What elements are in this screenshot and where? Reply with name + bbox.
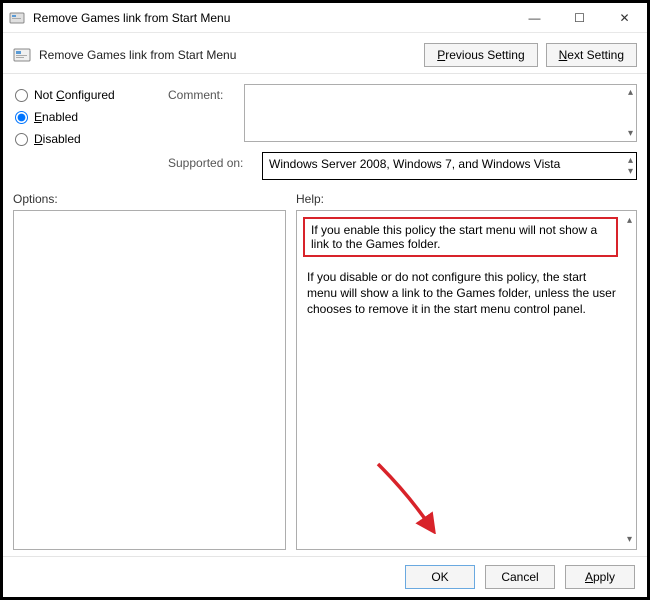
header-bar: Remove Games link from Start Menu Previo… xyxy=(3,33,647,74)
radio-not-configured-label: Not Configured xyxy=(34,88,115,102)
scroll-up-icon: ▴ xyxy=(627,215,632,226)
comment-row: Comment: ▴ ▾ xyxy=(168,84,637,142)
config-section: Not Configured Enabled Disabled Comment:… xyxy=(3,74,647,186)
help-label: Help: xyxy=(296,192,324,206)
maximize-button[interactable]: ☐ xyxy=(557,3,602,32)
options-pane[interactable] xyxy=(13,210,286,550)
state-radios: Not Configured Enabled Disabled xyxy=(13,84,158,180)
ok-button[interactable]: OK xyxy=(405,565,475,589)
policy-icon xyxy=(13,46,31,64)
scroll-down-icon: ▾ xyxy=(628,128,633,139)
help-body-text: If you disable or do not configure this … xyxy=(301,267,632,318)
comment-label: Comment: xyxy=(168,84,238,102)
previous-setting-button[interactable]: Previous Setting xyxy=(424,43,537,67)
radio-not-configured[interactable]: Not Configured xyxy=(13,88,158,102)
help-pane[interactable]: If you enable this policy the start menu… xyxy=(296,210,637,550)
window-frame: Remove Games link from Start Menu — ☐ ✕ … xyxy=(0,0,650,600)
radio-disabled[interactable]: Disabled xyxy=(13,132,158,146)
scroll-up-icon: ▴ xyxy=(628,87,633,98)
policy-title: Remove Games link from Start Menu xyxy=(39,48,424,62)
help-highlight-box: If you enable this policy the start menu… xyxy=(303,217,618,257)
scroll-down-icon: ▾ xyxy=(627,534,632,545)
radio-disabled-input[interactable] xyxy=(15,133,28,146)
options-label: Options: xyxy=(13,192,296,206)
radio-enabled[interactable]: Enabled xyxy=(13,110,158,124)
supported-label: Supported on: xyxy=(168,152,256,170)
supported-row: Supported on: Windows Server 2008, Windo… xyxy=(168,152,637,180)
panes-section: If you enable this policy the start menu… xyxy=(3,210,647,556)
apply-button[interactable]: Apply xyxy=(565,565,635,589)
radio-disabled-label: Disabled xyxy=(34,132,81,146)
app-icon xyxy=(9,10,25,26)
nav-buttons: Previous Setting Next Setting xyxy=(424,43,637,67)
radio-enabled-input[interactable] xyxy=(15,111,28,124)
window-title: Remove Games link from Start Menu xyxy=(31,11,512,25)
next-setting-button[interactable]: Next Setting xyxy=(546,43,637,67)
comment-input[interactable]: ▴ ▾ xyxy=(244,84,637,142)
minimize-button[interactable]: — xyxy=(512,3,557,32)
scroll-down-icon: ▾ xyxy=(628,166,633,177)
supported-on-text: Windows Server 2008, Windows 7, and Wind… xyxy=(269,157,560,171)
radio-not-configured-input[interactable] xyxy=(15,89,28,102)
dialog-buttons: OK Cancel Apply xyxy=(3,556,647,597)
supported-on-box: Windows Server 2008, Windows 7, and Wind… xyxy=(262,152,637,180)
help-highlight-text: If you enable this policy the start menu… xyxy=(311,223,597,251)
window-controls: — ☐ ✕ xyxy=(512,3,647,32)
title-bar: Remove Games link from Start Menu — ☐ ✕ xyxy=(3,3,647,33)
meta-section: Comment: ▴ ▾ Supported on: Windows Serve… xyxy=(168,84,637,180)
scroll-up-icon: ▴ xyxy=(628,155,633,166)
cancel-button[interactable]: Cancel xyxy=(485,565,555,589)
close-button[interactable]: ✕ xyxy=(602,3,647,32)
mid-labels: Options: Help: xyxy=(3,186,647,210)
radio-enabled-label: Enabled xyxy=(34,110,78,124)
